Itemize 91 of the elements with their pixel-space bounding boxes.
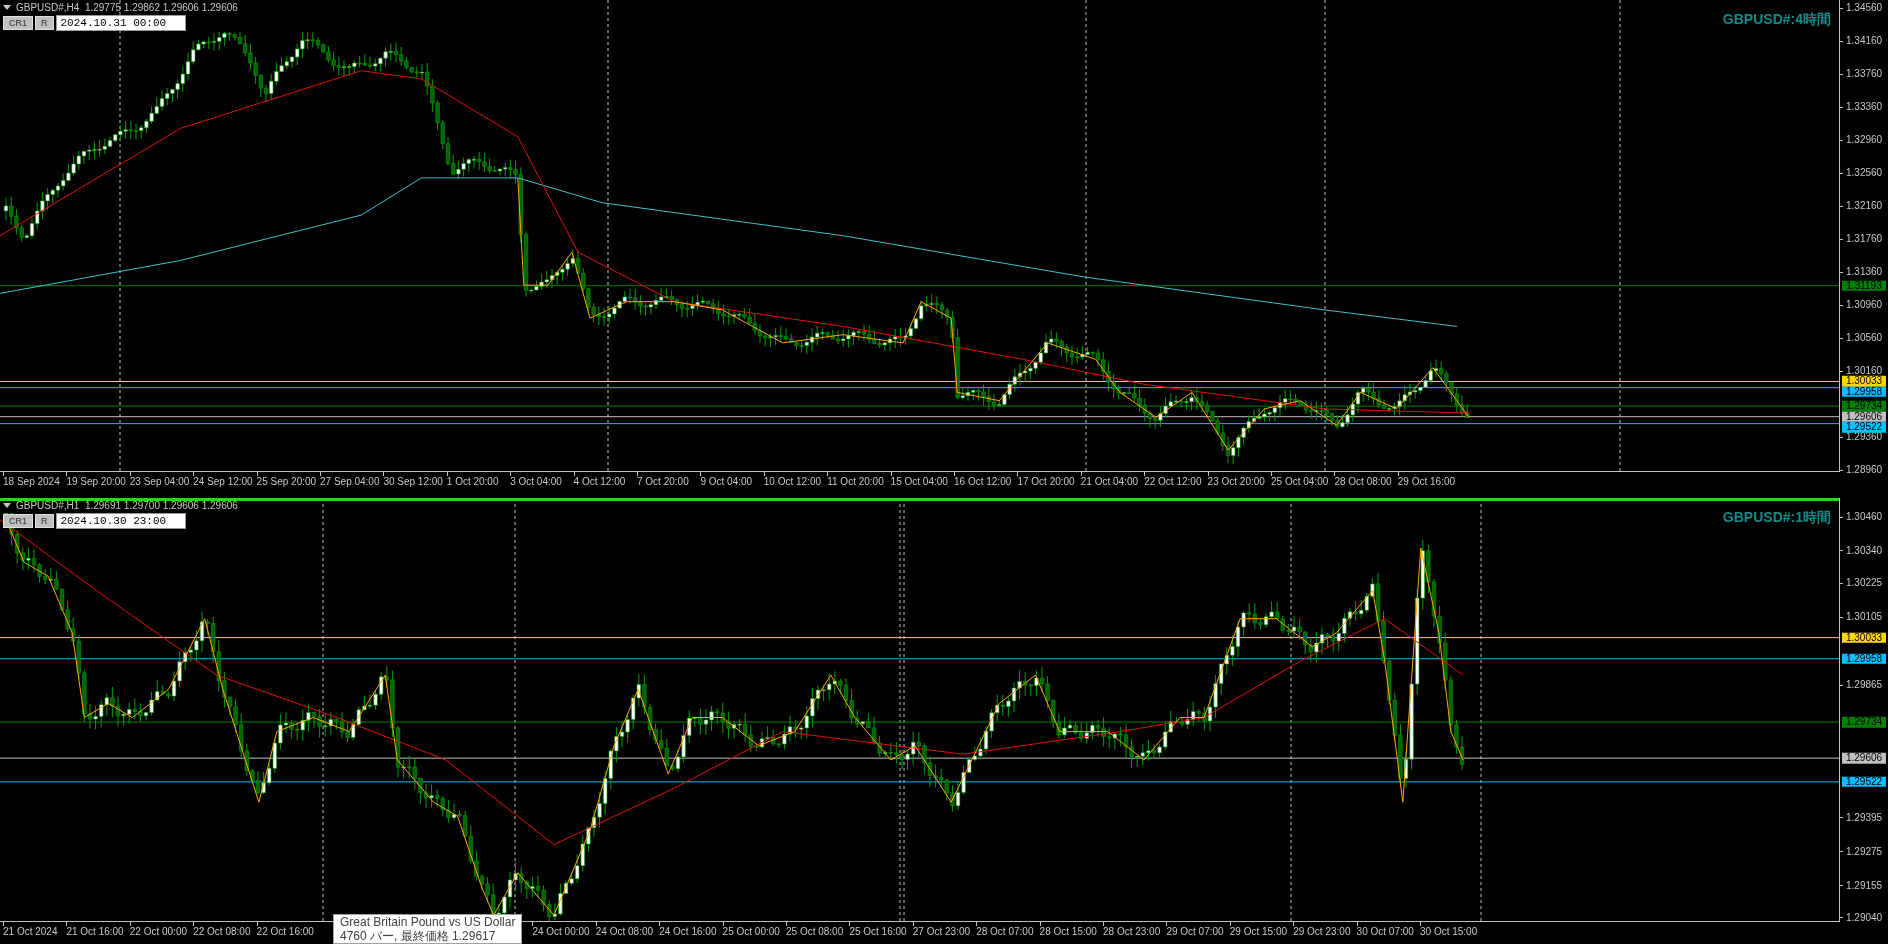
time-label: 21 Oct 04:00 bbox=[1080, 476, 1139, 487]
price-tick: 1.30105 bbox=[1846, 612, 1883, 623]
chart-button[interactable]: R bbox=[35, 16, 54, 30]
price-tick: 1.29155 bbox=[1846, 880, 1883, 891]
time-label: 3 Oct 04:00 bbox=[510, 476, 562, 487]
time-label: 4 Oct 12:00 bbox=[573, 476, 626, 487]
chart-title: GBPUSD#:1時間 bbox=[1722, 509, 1831, 527]
price-label: 1.29958 bbox=[1842, 386, 1886, 398]
price-tick: 1.32160 bbox=[1846, 201, 1883, 211]
price-tick: 1.30160 bbox=[1846, 366, 1883, 376]
time-label: 21 Oct 16:00 bbox=[66, 926, 124, 937]
time-label: 30 Oct 15:00 bbox=[1420, 926, 1478, 937]
time-label: 27 Oct 23:00 bbox=[912, 926, 971, 937]
time-label: 25 Oct 08:00 bbox=[786, 926, 844, 937]
time-label: 24 Sep 12:00 bbox=[193, 476, 253, 487]
price-label: 1.29734 bbox=[1842, 716, 1886, 728]
time-label: 28 Oct 15:00 bbox=[1039, 926, 1097, 937]
chart-button[interactable]: R bbox=[35, 514, 54, 528]
chart-title: GBPUSD#:4時間 bbox=[1722, 11, 1831, 29]
price-label: 1.29606 bbox=[1842, 752, 1886, 764]
time-label: 24 Oct 08:00 bbox=[595, 926, 654, 937]
price-tick: 1.29865 bbox=[1846, 680, 1883, 690]
time-label: 10 Oct 12:00 bbox=[763, 476, 822, 487]
time-label: 19 Sep 20:00 bbox=[66, 476, 126, 487]
time-label: 23 Sep 04:00 bbox=[129, 476, 190, 487]
price-label: 1.30033 bbox=[1842, 632, 1886, 643]
price-tick: 1.29040 bbox=[1846, 913, 1883, 923]
price-label: 1.29606 bbox=[1842, 411, 1886, 422]
time-label: 25 Oct 04:00 bbox=[1271, 476, 1329, 487]
price-tick: 1.33360 bbox=[1846, 102, 1883, 112]
symbol-info: GBPUSD#,H4 1.29775 1.29862 1.29606 1.29606 bbox=[16, 2, 238, 13]
time-label: 15 Oct 04:00 bbox=[890, 476, 948, 487]
tooltip-detail: 4760 バー, 最終価格 1.29617 bbox=[340, 929, 497, 943]
time-label: 29 Oct 23:00 bbox=[1293, 926, 1351, 937]
time-label: 24 Oct 16:00 bbox=[659, 926, 717, 937]
dropdown-triangle-icon[interactable] bbox=[3, 5, 11, 10]
time-label: 28 Oct 07:00 bbox=[976, 926, 1034, 937]
time-label: 1 Oct 20:00 bbox=[446, 476, 499, 487]
time-label: 30 Sep 12:00 bbox=[383, 476, 443, 487]
time-label: 21 Oct 2024 bbox=[3, 926, 58, 937]
price-tick: 1.28960 bbox=[1846, 465, 1883, 475]
symbol-info: GBPUSD#,H1 1.29691 1.29700 1.29606 1.29606 bbox=[16, 500, 238, 511]
time-label: 22 Oct 16:00 bbox=[256, 926, 314, 937]
chart-button[interactable]: CR1 bbox=[3, 16, 33, 30]
price-tick: 1.30460 bbox=[1846, 512, 1883, 522]
time-label: 24 Oct 00:00 bbox=[532, 926, 590, 937]
date-field[interactable]: 2024.10.30 23:00 bbox=[55, 513, 186, 529]
price-tick: 1.34160 bbox=[1846, 36, 1883, 46]
price-tick: 1.30560 bbox=[1846, 333, 1883, 343]
time-label: 25 Sep 20:00 bbox=[256, 476, 317, 487]
time-label: 22 Oct 08:00 bbox=[193, 926, 251, 937]
price-tick: 1.29395 bbox=[1846, 812, 1883, 823]
time-label: 28 Oct 23:00 bbox=[1103, 926, 1161, 937]
time-label: 23 Oct 20:00 bbox=[1207, 476, 1265, 487]
price-tick: 1.29275 bbox=[1846, 846, 1883, 857]
price-label: 1.31193 bbox=[1842, 280, 1886, 291]
time-label: 29 Oct 16:00 bbox=[1397, 476, 1456, 487]
price-tick: 1.32960 bbox=[1846, 135, 1883, 145]
price-tick: 1.30960 bbox=[1846, 300, 1883, 310]
time-label: 29 Oct 07:00 bbox=[1166, 926, 1224, 937]
date-field[interactable]: 2024.10.31 00:00 bbox=[55, 15, 186, 31]
price-tick: 1.31360 bbox=[1846, 267, 1883, 277]
price-tick: 1.29360 bbox=[1846, 432, 1883, 442]
price-label: 1.29734 bbox=[1842, 400, 1886, 412]
time-label: 16 Oct 12:00 bbox=[954, 476, 1012, 487]
price-label: 1.29522 bbox=[1842, 776, 1886, 788]
time-label: 9 Oct 04:00 bbox=[700, 476, 753, 487]
time-label: 28 Oct 08:00 bbox=[1334, 476, 1392, 487]
price-tick: 1.31760 bbox=[1846, 234, 1883, 244]
time-label: 25 Oct 00:00 bbox=[722, 926, 780, 937]
price-label: 1.29522 bbox=[1842, 421, 1886, 433]
time-label: 29 Oct 15:00 bbox=[1229, 926, 1288, 937]
price-label: 1.30033 bbox=[1842, 376, 1886, 387]
tooltip-title: Great Britain Pound vs US Dollar bbox=[340, 915, 516, 929]
price-tick: 1.33760 bbox=[1846, 69, 1883, 79]
time-label: 25 Oct 16:00 bbox=[849, 926, 907, 937]
chart-button[interactable]: CR1 bbox=[3, 514, 33, 528]
time-label: 22 Oct 00:00 bbox=[129, 926, 188, 937]
time-label: 30 Oct 07:00 bbox=[1356, 926, 1414, 937]
time-label: 17 Oct 20:00 bbox=[1017, 476, 1075, 487]
time-label: 22 Oct 12:00 bbox=[1144, 476, 1202, 487]
dropdown-triangle-icon[interactable] bbox=[3, 503, 11, 508]
time-label: 18 Sep 2024 bbox=[3, 476, 60, 487]
price-tick: 1.30340 bbox=[1846, 545, 1883, 556]
time-label: 11 Oct 20:00 bbox=[827, 476, 884, 487]
price-tick: 1.30225 bbox=[1846, 578, 1883, 589]
time-label: 27 Sep 04:00 bbox=[320, 476, 380, 487]
price-label: 1.29958 bbox=[1842, 653, 1886, 664]
price-tick: 1.34560 bbox=[1846, 3, 1883, 13]
price-tick: 1.32560 bbox=[1846, 168, 1883, 178]
time-label: 7 Oct 20:00 bbox=[637, 476, 689, 487]
